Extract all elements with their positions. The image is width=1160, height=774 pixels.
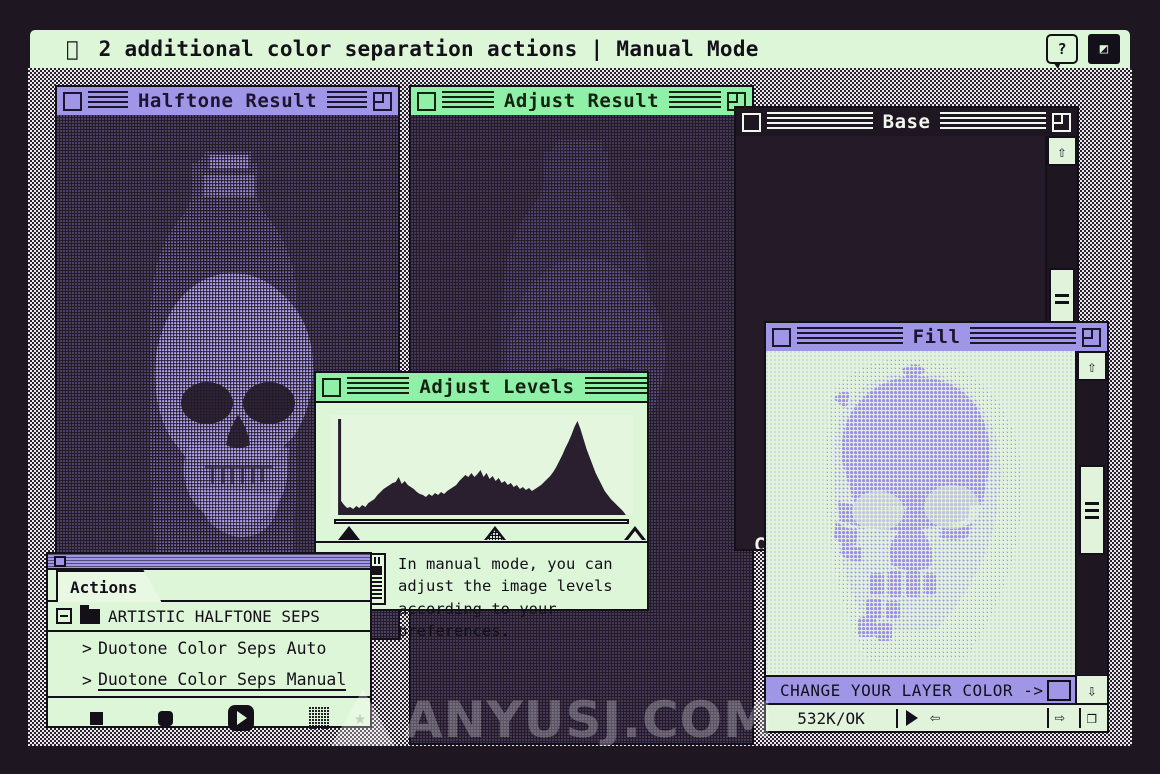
stop-button[interactable] xyxy=(90,712,103,725)
titlebar-fill[interactable]: Fill xyxy=(766,323,1107,353)
resize-grip-icon[interactable]: ❐ xyxy=(1079,708,1103,728)
scrollbar-vertical-fill[interactable]: ⇧ xyxy=(1075,351,1107,675)
desktop: Halftone Result xyxy=(28,68,1132,746)
palette-button-row xyxy=(48,696,370,738)
scroll-right-button[interactable]: ⇨ xyxy=(1047,708,1071,728)
list-item-selected[interactable]: > Duotone Color Seps Manual xyxy=(48,664,370,696)
black-point-slider[interactable] xyxy=(338,526,360,540)
titlebar-stripes xyxy=(585,373,647,401)
collapse-toggle-icon[interactable] xyxy=(56,608,72,624)
scroll-down-button[interactable]: ⇩ xyxy=(1075,676,1107,704)
window-title: Base xyxy=(873,111,941,133)
delete-button[interactable] xyxy=(309,707,329,729)
window-title: Adjust Result xyxy=(494,90,669,112)
window-title: Halftone Result xyxy=(128,90,327,112)
close-box[interactable] xyxy=(742,113,761,132)
levels-slider-row[interactable] xyxy=(330,519,633,541)
scroll-up-button[interactable]: ⇧ xyxy=(1047,136,1077,166)
close-box[interactable] xyxy=(63,92,82,111)
zoom-box[interactable] xyxy=(1082,328,1101,347)
titlebar-halftone-result[interactable]: Halftone Result xyxy=(57,87,398,117)
titlebar-stripes xyxy=(442,87,494,115)
action-set-row[interactable]: ARTISTIC HALFTONE SEPS xyxy=(48,602,370,632)
zoom-box[interactable] xyxy=(373,92,392,111)
palette-tab-row: Actions xyxy=(48,570,370,602)
levels-note-text: In manual mode, you can adjust the image… xyxy=(398,553,633,643)
action-set-label: ARTISTIC HALFTONE SEPS xyxy=(108,607,320,626)
palette-close-box[interactable] xyxy=(54,556,66,567)
disclosure-caret-icon[interactable]: > xyxy=(82,639,92,658)
scroll-thumb[interactable] xyxy=(1079,465,1105,555)
halftone-skull-image xyxy=(766,351,1075,675)
window-title: Adjust Levels xyxy=(409,376,584,398)
list-item[interactable]: > Duotone Color Seps Auto xyxy=(48,632,370,664)
close-box[interactable] xyxy=(322,378,341,397)
white-point-slider[interactable] xyxy=(624,526,646,540)
titlebar-stripes xyxy=(940,108,1046,136)
window-fill[interactable]: Fill xyxy=(764,321,1109,733)
menu-bar:  2 additional color separation actions … xyxy=(28,28,1132,68)
scroll-up-button[interactable]: ⇧ xyxy=(1077,351,1107,381)
midtone-slider[interactable] xyxy=(484,526,506,540)
titlebar-stripes xyxy=(970,323,1076,351)
zoom-box[interactable] xyxy=(1052,113,1071,132)
fill-canvas xyxy=(766,351,1075,675)
close-box[interactable] xyxy=(772,328,791,347)
fill-status-bar: 532K/OK ⇦ ⇨ ❐ xyxy=(766,703,1107,731)
action-label: Duotone Color Seps Auto xyxy=(98,639,326,658)
menu-bar-title: 2 additional color separation actions | … xyxy=(99,37,759,61)
titlebar-stripes xyxy=(327,87,367,115)
titlebar-stripes xyxy=(347,373,409,401)
tab-actions[interactable]: Actions xyxy=(56,570,161,602)
fill-color-bar: CHANGE YOUR LAYER COLOR -> ⇩ xyxy=(766,675,1107,703)
folder-icon xyxy=(80,609,100,624)
scroll-left-button[interactable]: ⇦ xyxy=(930,708,940,728)
close-box[interactable] xyxy=(417,92,436,111)
titlebar-stripes xyxy=(797,323,903,351)
disclosure-caret-icon[interactable]: > xyxy=(82,671,92,690)
action-label: Duotone Color Seps Manual xyxy=(98,670,346,691)
titlebar-adjust-result[interactable]: Adjust Result xyxy=(411,87,752,117)
status-popup-triangle-icon[interactable] xyxy=(906,710,918,726)
document-size-label: 532K/OK xyxy=(766,709,898,728)
titlebar-stripes xyxy=(88,87,128,115)
histogram-plot xyxy=(330,415,633,515)
titlebar-adjust-levels[interactable]: Adjust Levels xyxy=(316,373,647,403)
titlebar-stripes xyxy=(767,108,873,136)
screen-root:  2 additional color separation actions … xyxy=(0,0,1160,774)
titlebar-stripes xyxy=(669,87,721,115)
application-menu-icon[interactable]: ◩ xyxy=(1088,34,1120,64)
play-button[interactable] xyxy=(228,705,254,731)
palette-actions[interactable]: Actions ARTISTIC HALFTONE SEPS > Duotone… xyxy=(46,552,372,728)
layer-color-swatch[interactable] xyxy=(1047,680,1071,701)
change-layer-color-label: CHANGE YOUR LAYER COLOR -> xyxy=(766,681,1047,700)
levels-slider-track[interactable] xyxy=(334,519,629,524)
window-title: Fill xyxy=(903,326,971,348)
zoom-box[interactable] xyxy=(727,92,746,111)
titlebar-base[interactable]: Base xyxy=(736,108,1077,138)
record-button[interactable] xyxy=(158,711,173,726)
help-icon[interactable]: ? xyxy=(1046,34,1078,64)
palette-grab-bar[interactable] xyxy=(48,554,370,570)
apple-menu-icon[interactable]:  xyxy=(66,39,79,60)
levels-histogram[interactable] xyxy=(330,415,633,515)
